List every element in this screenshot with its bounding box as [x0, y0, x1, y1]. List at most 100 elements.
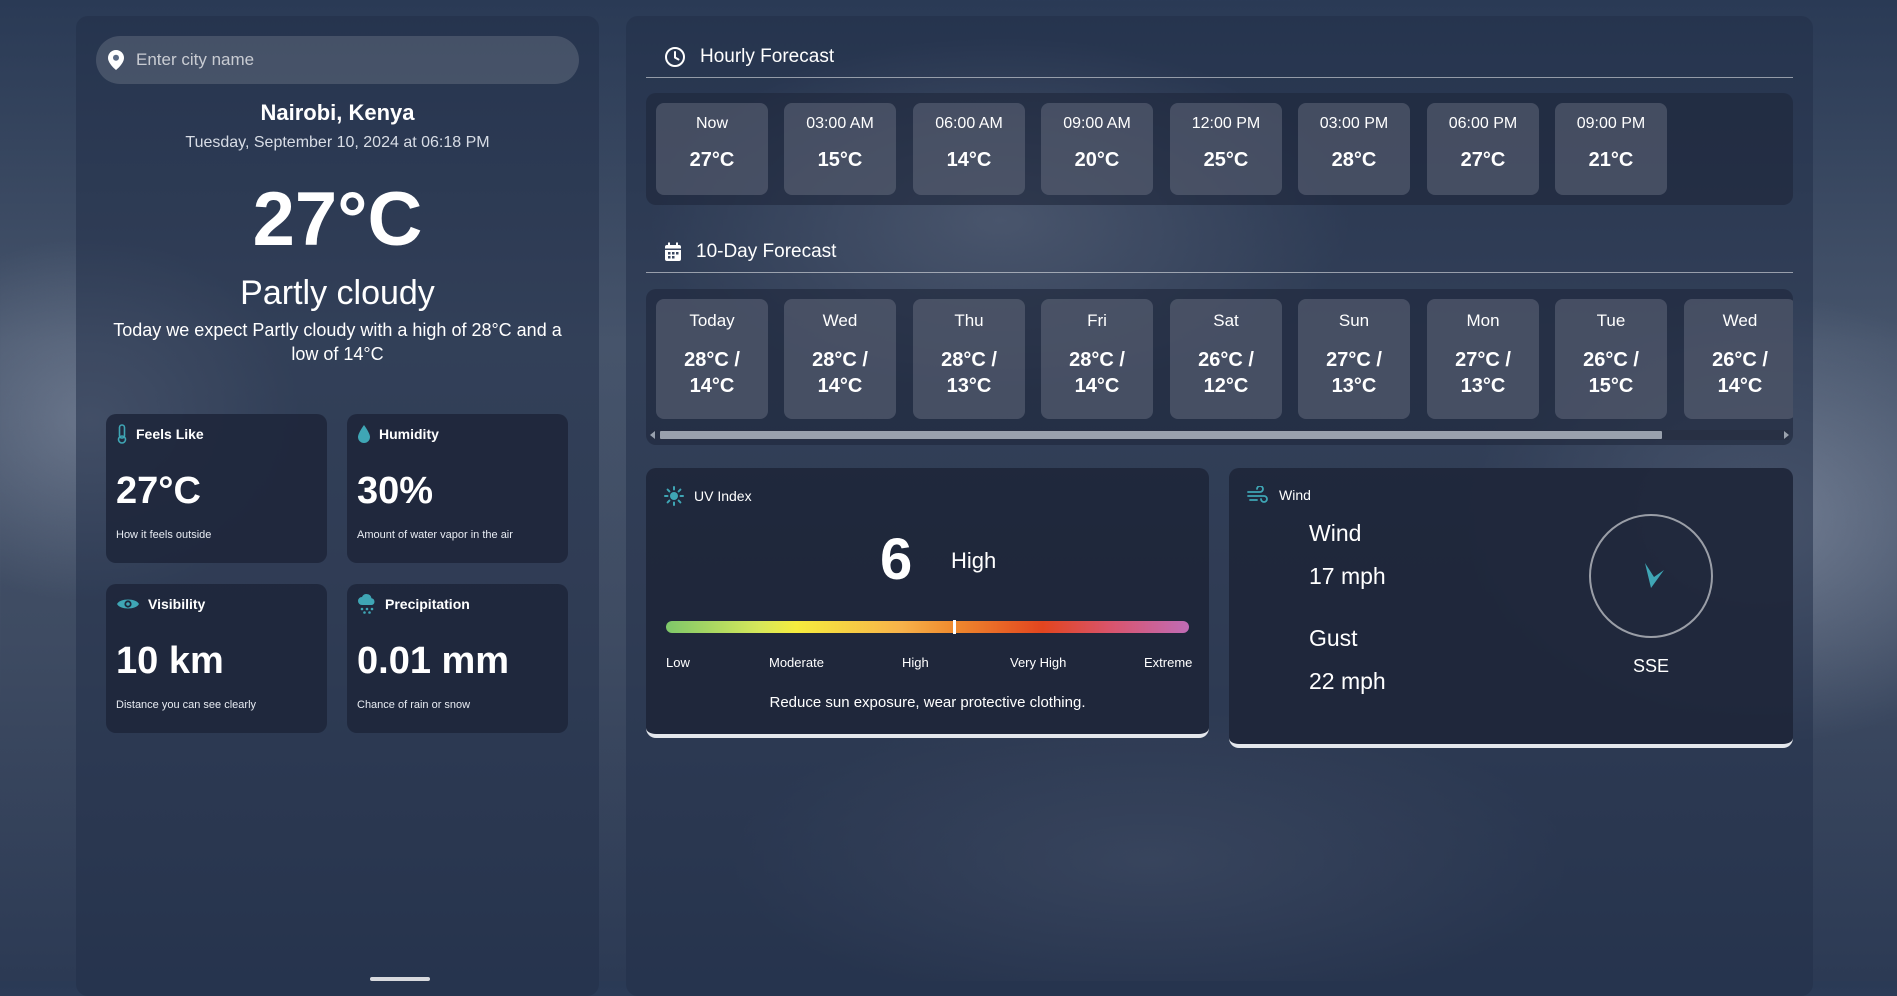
daily-day: Wed [822, 311, 858, 330]
daily-high: 28°C / [684, 349, 740, 371]
daily-card: Fri 28°C / 14°C [1041, 299, 1153, 419]
hourly-temp: 15°C [817, 149, 863, 171]
visibility-label: Visibility [148, 596, 206, 612]
daily-forecast-title: 10-Day Forecast [696, 241, 837, 262]
city-search-bar[interactable] [96, 36, 579, 84]
daily-card: Wed 26°C / 14°C [1684, 299, 1793, 419]
precipitation-card: Precipitation 0.01 mm Chance of rain or … [347, 584, 568, 733]
hourly-forecast-title: Hourly Forecast [700, 46, 835, 67]
uv-label-high: High [902, 655, 929, 670]
wind-speed: 17 mph [1309, 563, 1386, 589]
wind-icon [1247, 486, 1268, 503]
daily-low: 15°C [1588, 375, 1634, 397]
daily-day: Sat [1213, 311, 1239, 330]
uv-label-low: Low [666, 655, 690, 670]
bottom-indicator [370, 977, 430, 981]
calendar-icon [665, 242, 681, 261]
city-search-input[interactable] [134, 49, 558, 71]
daily-card: Thu 28°C / 13°C [913, 299, 1025, 419]
uv-label-very-high: Very High [1010, 655, 1067, 670]
daily-low: 12°C [1203, 375, 1249, 397]
visibility-subtitle: Distance you can see clearly [116, 699, 257, 711]
scroll-right-arrow[interactable] [1784, 431, 1789, 439]
daily-day: Wed [1722, 311, 1758, 330]
daily-low: 14°C [689, 375, 735, 397]
current-weather-panel: Nairobi, Kenya Tuesday, September 10, 20… [76, 16, 599, 996]
daily-card: Mon 27°C / 13°C [1427, 299, 1539, 419]
daily-high: 26°C / [1198, 349, 1254, 371]
uv-scale-bar [666, 620, 1189, 634]
forecast-summary: Today we expect Partly cloudy with a hig… [113, 320, 562, 364]
precipitation-subtitle: Chance of rain or snow [357, 699, 471, 711]
feels-like-value: 27°C [116, 470, 201, 512]
hourly-card: 06:00 PM 27°C [1427, 103, 1539, 195]
humidity-label: Humidity [379, 426, 439, 442]
daily-forecast-header: 10-Day Forecast [646, 232, 1793, 273]
daily-card: Tue 26°C / 15°C [1555, 299, 1667, 419]
uv-index-card: UV Index 6 High Low Moderate High Very H… [646, 468, 1209, 738]
current-datetime: Tuesday, September 10, 2024 at 06:18 PM [185, 134, 490, 151]
daily-day: Mon [1466, 311, 1500, 330]
hourly-time: 06:00 AM [935, 115, 1003, 132]
precipitation-label: Precipitation [385, 596, 470, 612]
wind-title: Wind [1279, 487, 1311, 503]
daily-low: 13°C [1460, 375, 1506, 397]
hourly-forecast-list[interactable]: Now 27°C 03:00 AM 15°C 06:00 AM 14°C 09:… [646, 93, 1793, 205]
sun-icon [664, 486, 684, 506]
daily-high: 26°C / [1712, 349, 1768, 371]
daily-low: 14°C [817, 375, 863, 397]
hourly-temp: 27°C [1460, 149, 1506, 171]
gust-label: Gust [1309, 625, 1358, 651]
hourly-temp: 14°C [946, 149, 992, 171]
daily-low: 14°C [1717, 375, 1763, 397]
scroll-thumb[interactable] [660, 431, 1662, 439]
hourly-time: Now [695, 115, 728, 132]
location-name: Nairobi, Kenya [260, 100, 415, 125]
daily-high: 28°C / [1069, 349, 1125, 371]
daily-day: Tue [1596, 311, 1626, 330]
hourly-card: 06:00 AM 14°C [913, 103, 1025, 195]
daily-forecast-scrollbar[interactable] [650, 430, 1789, 440]
daily-forecast-list[interactable]: Today 28°C / 14°C Wed 28°C / 14°C Thu 28°C… [646, 289, 1793, 445]
hourly-time: 03:00 AM [806, 115, 874, 132]
hourly-card: 09:00 PM 21°C [1555, 103, 1667, 195]
daily-high: 26°C / [1583, 349, 1639, 371]
daily-low: 14°C [1074, 375, 1120, 397]
wind-compass [1589, 514, 1713, 638]
hourly-temp: 20°C [1074, 149, 1120, 171]
hourly-time: 12:00 PM [1191, 115, 1261, 132]
hourly-card: 03:00 AM 15°C [784, 103, 896, 195]
feels-like-subtitle: How it feels outside [116, 529, 212, 541]
hourly-temp: 28°C [1331, 149, 1377, 171]
visibility-value: 10 km [116, 640, 224, 682]
humidity-subtitle: Amount of water vapor in the air [357, 529, 513, 541]
hourly-time: 03:00 PM [1319, 115, 1389, 132]
scroll-left-arrow[interactable] [650, 431, 655, 439]
feels-like-label: Feels Like [136, 426, 204, 442]
hourly-time: 06:00 PM [1448, 115, 1518, 132]
current-condition: Partly cloudy [240, 274, 435, 312]
hourly-card: Now 27°C [656, 103, 768, 195]
visibility-card: Visibility 10 km Distance you can see cl… [106, 584, 327, 733]
hourly-temp: 21°C [1588, 149, 1634, 171]
uv-scale-marker [952, 620, 956, 634]
daily-low: 13°C [946, 375, 992, 397]
daily-day: Sun [1338, 311, 1370, 330]
hourly-time: 09:00 AM [1063, 115, 1131, 132]
gust-speed: 22 mph [1309, 668, 1386, 694]
humidity-value: 30% [357, 470, 434, 512]
hourly-card: 09:00 AM 20°C [1041, 103, 1153, 195]
daily-card: Today 28°C / 14°C [656, 299, 768, 419]
uv-index-level: High [951, 548, 997, 573]
hourly-temp: 27°C [689, 149, 735, 171]
cloud-rain-icon [358, 594, 375, 614]
daily-card: Sat 26°C / 12°C [1170, 299, 1282, 419]
humidity-card: Humidity 30% Amount of water vapor in th… [347, 414, 568, 563]
wind-label: Wind [1309, 520, 1362, 546]
feels-like-card: Feels Like 27°C How it feels outside [106, 414, 327, 563]
location-pin-icon [108, 50, 124, 70]
clock-icon [665, 47, 685, 67]
daily-card: Wed 28°C / 14°C [784, 299, 896, 419]
uv-label-moderate: Moderate [769, 655, 824, 670]
uv-advice: Reduce sun exposure, wear protective clo… [769, 694, 1086, 711]
